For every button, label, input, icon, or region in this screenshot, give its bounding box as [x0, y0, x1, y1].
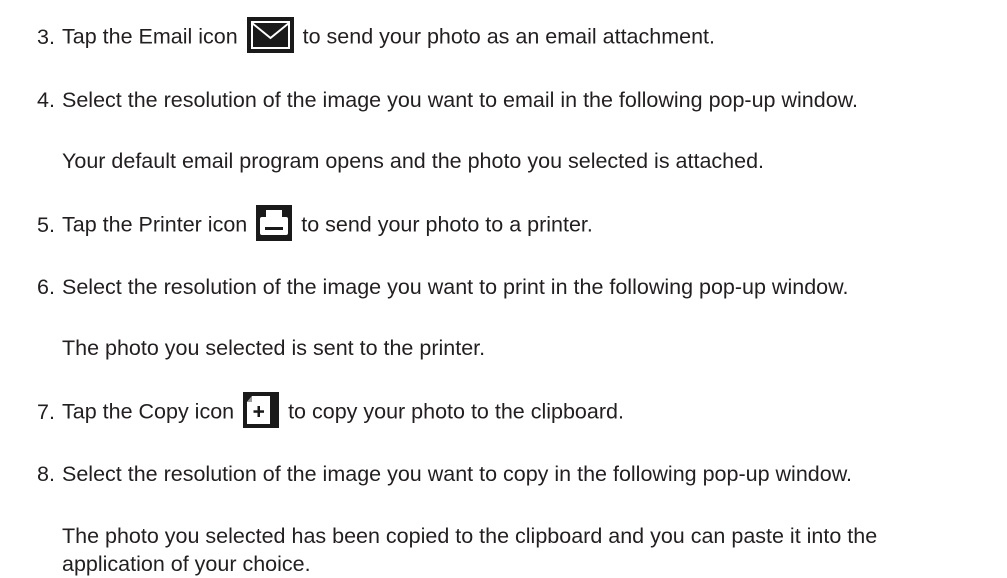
step-text-after: to send your photo to a printer. — [301, 212, 593, 237]
step-text: Select the resolution of the image you w… — [62, 462, 853, 486]
step-text-after: to copy your photo to the clipboard. — [288, 399, 624, 424]
step-text-before: Tap the Email icon — [62, 24, 238, 49]
step-text-before: Tap the Copy icon — [62, 399, 235, 424]
step-5: 5. Tap the Printer icon to send your phot… — [37, 205, 997, 244]
step-number: 4. — [37, 88, 55, 112]
instruction-document: 3. Tap the Email icon to send your photo … — [0, 0, 1007, 576]
step-number: 3. — [37, 24, 55, 49]
printer-icon — [256, 205, 293, 241]
step-8-note: The photo you selected has been copied t… — [62, 522, 977, 578]
step-3: 3. Tap the Email icon to send your photo … — [37, 17, 997, 56]
step-number: 6. — [37, 275, 55, 299]
note-text: The photo you selected has been copied t… — [62, 524, 878, 576]
step-text: Select the resolution of the image you w… — [62, 88, 858, 112]
note-text: Your default email program opens and the… — [62, 149, 765, 173]
step-6-note: The photo you selected is sent to the pr… — [62, 334, 997, 362]
step-number: 8. — [37, 462, 55, 486]
step-number: 5. — [37, 212, 55, 237]
step-text-after: to send your photo as an email attachmen… — [302, 24, 715, 49]
step-number: 7. — [37, 399, 55, 424]
step-7: 7. Tap the Copy icon to copy your photo t… — [37, 392, 997, 431]
copy-icon — [243, 392, 280, 428]
step-6: 6. Select the resolution of the image you… — [37, 273, 997, 301]
note-text: The photo you selected is sent to the pr… — [62, 336, 486, 360]
step-text: Select the resolution of the image you w… — [62, 275, 849, 299]
step-8: 8. Select the resolution of the image you… — [37, 460, 997, 488]
step-4: 4. Select the resolution of the image you… — [37, 86, 997, 114]
step-4-note: Your default email program opens and the… — [62, 147, 997, 175]
envelope-icon — [246, 17, 294, 53]
step-text-before: Tap the Printer icon — [62, 212, 248, 237]
